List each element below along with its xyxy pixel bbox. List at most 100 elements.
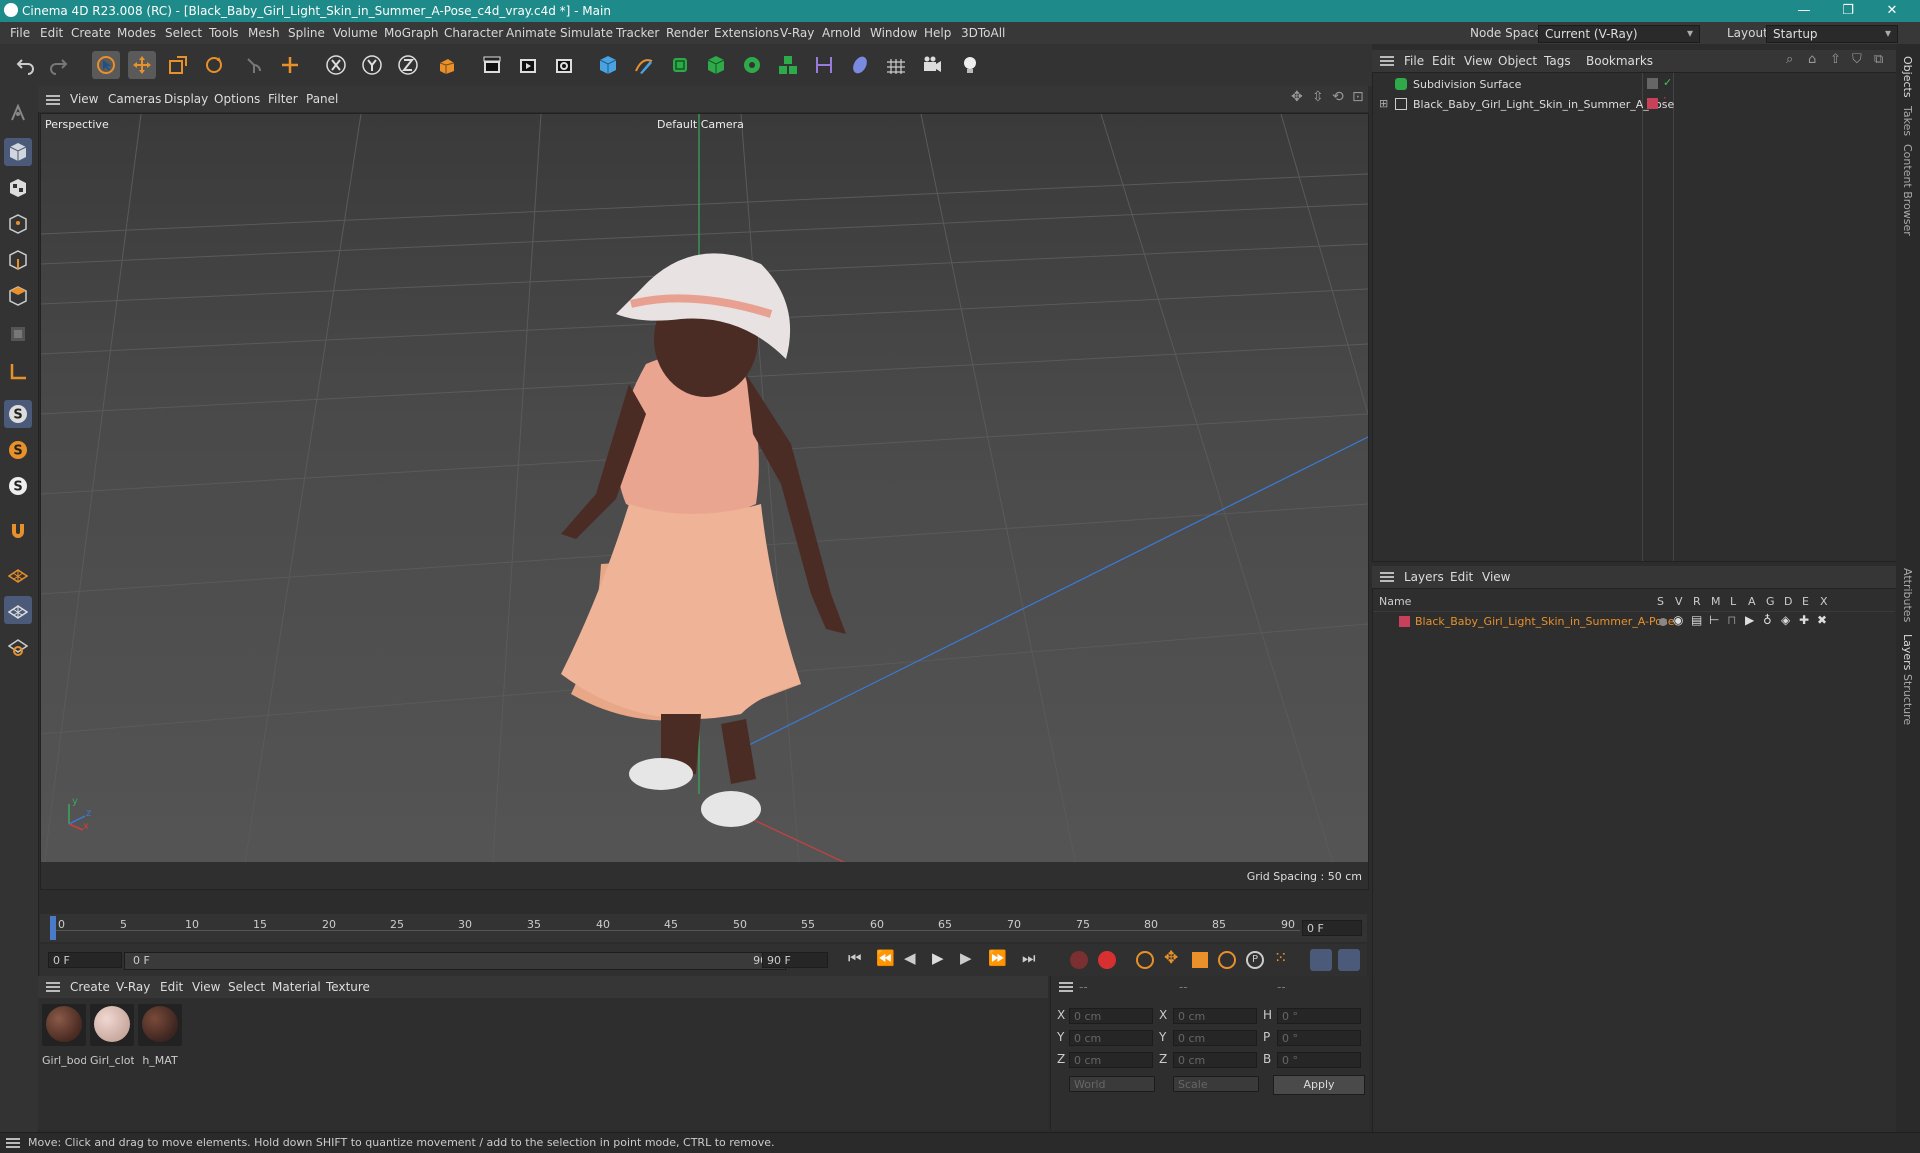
go-to-start-icon[interactable]: ⏮ <box>848 949 862 967</box>
last-tool-button[interactable] <box>240 51 268 79</box>
search-icon[interactable]: ⌕ <box>1786 52 1793 67</box>
layer-menu-view[interactable]: View <box>1482 570 1510 584</box>
move-tool-button[interactable] <box>128 51 156 79</box>
expression-icon[interactable]: ✚ <box>1799 613 1809 627</box>
layer-name[interactable]: Black_Baby_Girl_Light_Skin_in_Summer_A-P… <box>1415 615 1674 628</box>
material-swatch[interactable]: Girl_clotl <box>90 1004 134 1067</box>
home-icon[interactable]: ⌂ <box>1808 52 1816 67</box>
object-row[interactable]: Subdivision Surface ✓ <box>1373 75 1895 93</box>
play-icon[interactable]: ▶ <box>932 949 944 967</box>
edges-mode-button[interactable] <box>4 246 32 274</box>
axis-mode-button[interactable] <box>4 358 32 386</box>
menu-mograph[interactable]: MoGraph <box>384 26 439 40</box>
camera-name[interactable]: Default Camera <box>657 118 744 131</box>
mat-menu-view[interactable]: View <box>192 980 220 994</box>
size-x-field[interactable]: 0 cm <box>1173 1008 1257 1024</box>
previous-key-icon[interactable]: ⏪ <box>876 949 895 967</box>
coordinate-system-button[interactable] <box>432 51 460 79</box>
menu-spline[interactable]: Spline <box>288 26 325 40</box>
size-z-field[interactable]: 0 cm <box>1173 1052 1257 1068</box>
mat-menu-edit[interactable]: Edit <box>160 980 183 994</box>
hamburger-menu-icon[interactable] <box>1059 982 1073 992</box>
menu-vray[interactable]: V-Ray <box>780 26 814 40</box>
autokey-record-icon[interactable] <box>1098 951 1116 969</box>
viewport-rotate-icon[interactable]: ⟲ <box>1332 89 1344 105</box>
eye-icon[interactable]: ◉ <box>1673 613 1683 627</box>
viewport-menu-view[interactable]: View <box>70 92 98 106</box>
timeline-window-button[interactable] <box>1338 949 1360 971</box>
viewport-menu-filter[interactable]: Filter <box>268 92 298 106</box>
menu-mesh[interactable]: Mesh <box>248 26 280 40</box>
tab-content-browser[interactable]: Content Browser <box>1901 144 1914 236</box>
points-mode-button[interactable] <box>4 210 32 238</box>
viewport-menu-cameras[interactable]: Cameras <box>108 92 161 106</box>
live-selection-button[interactable] <box>92 51 120 79</box>
menu-window[interactable]: Window <box>870 26 917 40</box>
material-swatch[interactable]: h_MAT <box>138 1004 182 1067</box>
menu-modes[interactable]: Modes <box>117 26 156 40</box>
generator-icon[interactable]: ♁ <box>1763 613 1772 627</box>
size-y-field[interactable]: 0 cm <box>1173 1030 1257 1046</box>
apply-button[interactable]: Apply <box>1273 1075 1365 1095</box>
menu-render[interactable]: Render <box>666 26 709 40</box>
material-swatch[interactable]: Girl_bod <box>42 1004 86 1067</box>
model-mode-button[interactable] <box>4 138 32 166</box>
y-axis-lock-button[interactable] <box>358 51 386 79</box>
lock-icon[interactable]: ⊓ <box>1727 613 1736 627</box>
timeline-ruler[interactable]: 0 5 10 15 20 25 30 35 40 45 50 55 60 65 … <box>40 914 1367 942</box>
frame-range-slider[interactable]: 0 F 90 F <box>124 952 786 970</box>
menu-volume[interactable]: Volume <box>333 26 378 40</box>
key-scale-icon[interactable] <box>1192 952 1208 968</box>
position-x-field[interactable]: 0 cm <box>1069 1008 1153 1024</box>
tab-attributes[interactable]: Attributes <box>1901 568 1914 622</box>
hamburger-menu-icon[interactable] <box>46 95 60 105</box>
layer-tag-icon[interactable] <box>1647 78 1658 89</box>
light-button[interactable] <box>956 51 984 79</box>
mat-menu-material[interactable]: Material <box>272 980 321 994</box>
spline-pen-button[interactable] <box>630 51 658 79</box>
deformer-button[interactable] <box>810 51 838 79</box>
menu-tracker[interactable]: Tracker <box>616 26 659 40</box>
object-row[interactable]: ⊞ Black_Baby_Girl_Light_Skin_in_Summer_A… <box>1373 95 1895 113</box>
cloner-button[interactable] <box>738 51 766 79</box>
viewport-pan-icon[interactable]: ✥ <box>1291 89 1303 105</box>
obj-menu-edit[interactable]: Edit <box>1432 54 1455 68</box>
menu-edit[interactable]: Edit <box>40 26 63 40</box>
manager-tree-icon[interactable]: ⊢ <box>1709 613 1719 627</box>
make-editable-button[interactable] <box>4 98 32 126</box>
obj-menu-view[interactable]: View <box>1464 54 1492 68</box>
grid-plane-button[interactable] <box>4 596 32 624</box>
cube-object-button[interactable] <box>594 51 622 79</box>
menu-select[interactable]: Select <box>165 26 202 40</box>
layer-menu-layers[interactable]: Layers <box>1404 570 1444 584</box>
solo-button[interactable] <box>4 632 32 660</box>
key-rotation-icon[interactable] <box>1218 951 1236 969</box>
hamburger-menu-icon[interactable] <box>6 1138 20 1148</box>
layer-menu-edit[interactable]: Edit <box>1450 570 1473 584</box>
menu-file[interactable]: File <box>10 26 30 40</box>
next-frame-icon[interactable]: ▶ <box>960 949 972 967</box>
polygons-mode-button[interactable] <box>4 282 32 310</box>
key-parameter-icon[interactable]: P <box>1246 951 1264 969</box>
hamburger-menu-icon[interactable] <box>1380 572 1394 582</box>
render-to-picture-viewer-button[interactable] <box>514 51 542 79</box>
obj-menu-object[interactable]: Object <box>1498 54 1537 68</box>
motion-record-button[interactable] <box>1310 949 1332 971</box>
viewport-menu-options[interactable]: Options <box>214 92 260 106</box>
mograph-cubes-button[interactable] <box>774 51 802 79</box>
position-z-field[interactable]: 0 cm <box>1069 1052 1153 1068</box>
snap-button[interactable]: S <box>4 400 32 428</box>
tab-objects[interactable]: Objects <box>1901 56 1914 98</box>
quantize-button[interactable]: S <box>4 472 32 500</box>
render-view-button[interactable] <box>478 51 506 79</box>
rotation-b-field[interactable]: 0 ° <box>1277 1052 1361 1068</box>
animation-play-icon[interactable]: ▶ <box>1745 613 1754 627</box>
viewport-zoom-icon[interactable]: ⇳ <box>1312 89 1324 105</box>
layout-dropdown[interactable]: Startup ▾ <box>1766 25 1898 43</box>
size-mode-dropdown[interactable]: Scale <box>1173 1076 1259 1092</box>
hamburger-menu-icon[interactable] <box>46 982 60 992</box>
menu-help[interactable]: Help <box>924 26 951 40</box>
obj-menu-tags[interactable]: Tags <box>1544 54 1571 68</box>
uv-mode-button[interactable] <box>4 320 32 348</box>
add-tool-button[interactable] <box>276 51 304 79</box>
